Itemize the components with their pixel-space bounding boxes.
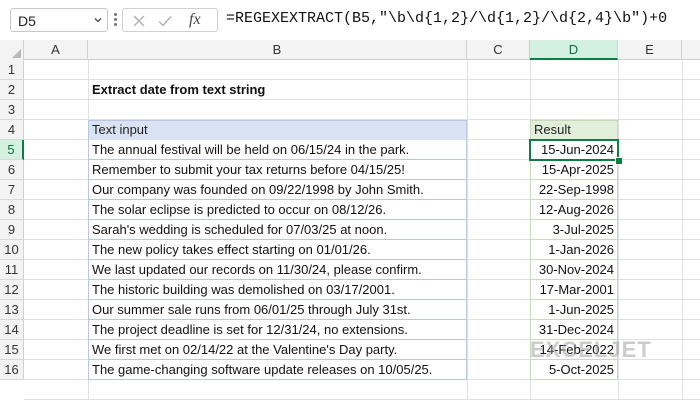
row-header-9[interactable]: 9	[0, 220, 24, 240]
row-header-5[interactable]: 5	[0, 140, 24, 160]
insert-function-button[interactable]: fx	[189, 11, 201, 29]
result-cell[interactable]: 12-Aug-2026	[530, 200, 618, 220]
row-header-2[interactable]: 2	[0, 80, 24, 100]
text-input-header[interactable]: Text input	[88, 120, 467, 140]
text-input-cell[interactable]: The historic building was demolished on …	[88, 280, 467, 300]
result-cell[interactable]: 22-Sep-1998	[530, 180, 618, 200]
fill-handle[interactable]	[615, 157, 623, 165]
text-input-cell[interactable]: Sarah's wedding is scheduled for 07/03/2…	[88, 220, 467, 240]
formula-toolbar: D5 fx =REGEXEXTRACT(B5,"\b\d{1,2}/\d{1,2…	[0, 0, 700, 41]
text-input-cell[interactable]: The game-changing software update releas…	[88, 360, 467, 380]
row-header-7[interactable]: 7	[0, 180, 24, 200]
text-input-cell[interactable]: Our summer sale runs from 06/01/25 throu…	[88, 300, 467, 320]
result-cell[interactable]: 15-Apr-2025	[530, 160, 618, 180]
result-cell[interactable]: 30-Nov-2024	[530, 260, 618, 280]
grid-row-line	[24, 99, 700, 100]
sheet-title[interactable]: Extract date from text string	[92, 82, 265, 97]
row-header-3[interactable]: 3	[0, 100, 24, 120]
row-header-8[interactable]: 8	[0, 200, 24, 220]
row-header-11[interactable]: 11	[0, 260, 24, 280]
text-input-cell[interactable]: The new policy takes effect starting on …	[88, 240, 467, 260]
text-input-cell[interactable]: We first met on 02/14/22 at the Valentin…	[88, 340, 467, 360]
row-header-1[interactable]: 1	[0, 60, 24, 80]
name-box[interactable]: D5	[10, 8, 108, 32]
name-box-value: D5	[18, 13, 36, 29]
exceljet-logo-text: EXCELJET	[530, 337, 652, 362]
text-input-cell[interactable]: Remember to submit your tax returns befo…	[88, 160, 467, 180]
select-all-corner[interactable]	[0, 40, 24, 60]
row-header-12[interactable]: 12	[0, 280, 24, 300]
column-header-a[interactable]: A	[24, 40, 88, 60]
text-input-cell[interactable]: The project deadline is set for 12/31/24…	[88, 320, 467, 340]
text-input-cell[interactable]: The annual festival will be held on 06/1…	[88, 140, 467, 160]
column-header-b[interactable]: B	[88, 40, 467, 60]
text-input-cell[interactable]: The solar eclipse is predicted to occur …	[88, 200, 467, 220]
result-header[interactable]: Result	[530, 120, 618, 140]
x-icon[interactable]	[131, 13, 147, 29]
grid-column-line	[467, 60, 468, 400]
result-cell[interactable]: 17-Mar-2001	[530, 280, 618, 300]
chevron-down-icon[interactable]	[94, 16, 102, 24]
row-header-15[interactable]: 15	[0, 340, 24, 360]
column-header-e[interactable]: E	[618, 40, 682, 60]
row-header-13[interactable]: 13	[0, 300, 24, 320]
column-header-d[interactable]: D	[530, 40, 618, 60]
text-input-cell[interactable]: We last updated our records on 11/30/24,…	[88, 260, 467, 280]
formula-input[interactable]: =REGEXEXTRACT(B5,"\b\d{1,2}/\d{1,2}/\d{2…	[226, 10, 667, 27]
more-options-icon[interactable]	[112, 12, 118, 28]
grid-column-line	[682, 60, 683, 400]
text-input-cell[interactable]: Our company was founded on 09/22/1998 by…	[88, 180, 467, 200]
result-cell[interactable]: 5-Oct-2025	[530, 360, 618, 380]
row-header-6[interactable]: 6	[0, 160, 24, 180]
column-header-c[interactable]: C	[467, 40, 530, 60]
row-header-16[interactable]: 16	[0, 360, 24, 380]
result-cell[interactable]: 3-Jul-2025	[530, 220, 618, 240]
result-cell[interactable]: 15-Jun-2024	[530, 140, 618, 160]
row-header-4[interactable]: 4	[0, 120, 24, 140]
row-header-10[interactable]: 10	[0, 240, 24, 260]
formula-buttons: fx	[122, 8, 218, 32]
exceljet-logo: EXCELJET	[530, 337, 680, 362]
grid-row-line	[24, 79, 700, 80]
check-icon[interactable]	[157, 13, 173, 29]
result-cell[interactable]: 1-Jun-2025	[530, 300, 618, 320]
result-cell[interactable]: 1-Jan-2026	[530, 240, 618, 260]
row-header-14[interactable]: 14	[0, 320, 24, 340]
